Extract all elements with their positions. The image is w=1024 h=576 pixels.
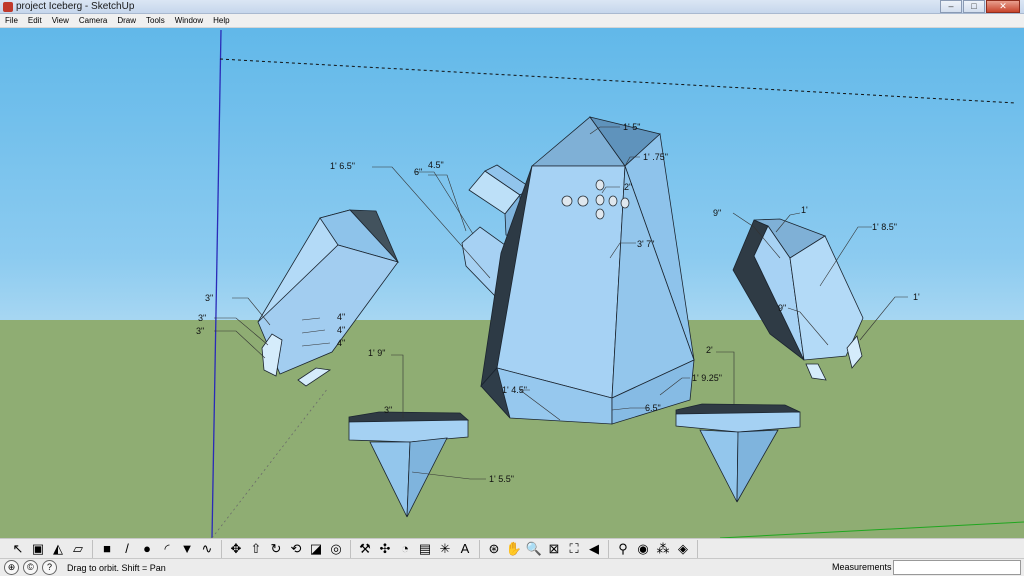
rotate-icon[interactable]: ↻ bbox=[266, 540, 286, 558]
red-axis-dashed bbox=[219, 58, 1017, 104]
maximize-button[interactable]: □ bbox=[963, 0, 985, 13]
move-icon[interactable]: ✥ bbox=[226, 540, 246, 558]
dim-small-circle: 2" bbox=[624, 182, 632, 192]
previous-view-icon[interactable]: ◀ bbox=[584, 540, 604, 558]
dim-left-fist-b: 3" bbox=[198, 313, 206, 323]
dim-base-left: 1' 4.5" bbox=[502, 385, 527, 395]
protractor-icon[interactable]: ◔ bbox=[395, 540, 415, 558]
window-title: project Iceberg - SketchUp bbox=[16, 1, 135, 12]
rectangle-icon[interactable]: ■ bbox=[97, 540, 117, 558]
dim-left-fist-c: 3" bbox=[196, 326, 204, 336]
dim-left-knuckle-3: 4" bbox=[337, 338, 345, 348]
dim-left-knuckle-1: 4" bbox=[337, 312, 345, 322]
instructor-icon[interactable]: ? bbox=[42, 560, 57, 575]
section-plane-icon[interactable]: ◈ bbox=[673, 540, 693, 558]
title-bar: project Iceberg - SketchUp – □ ✕ bbox=[0, 0, 1024, 14]
menu-tools[interactable]: Tools bbox=[141, 14, 170, 27]
pan-icon[interactable]: ✋ bbox=[504, 540, 524, 558]
look-around-icon[interactable]: ◉ bbox=[633, 540, 653, 558]
select-icon[interactable]: ↖ bbox=[8, 540, 28, 558]
sketchup-app-icon bbox=[3, 2, 13, 12]
dim-arm-width: 6" bbox=[414, 167, 422, 177]
3d-text-icon[interactable]: A bbox=[455, 540, 475, 558]
dim-top-tip: 1' 5" bbox=[623, 122, 640, 132]
measurements-label: Measurements bbox=[832, 562, 892, 572]
zoom-icon[interactable]: 🔍 bbox=[524, 540, 544, 558]
line-icon[interactable]: / bbox=[117, 540, 137, 558]
measurements-input[interactable] bbox=[893, 560, 1021, 575]
menu-file[interactable]: File bbox=[0, 14, 23, 27]
arc-icon[interactable]: ◜ bbox=[157, 540, 177, 558]
dim-left-knuckle-2: 4" bbox=[337, 325, 345, 335]
window-controls: – □ ✕ bbox=[939, 0, 1020, 13]
status-bar: ⊕ © ? Drag to orbit. Shift = Pan Measure… bbox=[0, 559, 1024, 576]
tool-group: ⊛ ✋ 🔍 ⊠ ⛶ ◀ bbox=[484, 539, 609, 558]
dim-left-arm-edge: 1' 6.5" bbox=[330, 161, 355, 171]
tape-measure-icon[interactable]: ⚒ bbox=[355, 540, 375, 558]
close-button[interactable]: ✕ bbox=[986, 0, 1020, 13]
offset-icon[interactable]: ◎ bbox=[326, 540, 346, 558]
credits-icon[interactable]: © bbox=[23, 560, 38, 575]
paint-bucket-icon[interactable]: ◭ bbox=[48, 540, 68, 558]
model-canvas[interactable]: 1' 5" 1' .75" 3' 7" 2" 1' 6.5" 4.5" 6" 1… bbox=[0, 28, 1024, 538]
dim-arm-length: 4.5" bbox=[428, 160, 444, 170]
position-camera-icon[interactable]: ⚲ bbox=[613, 540, 633, 558]
menu-draw[interactable]: Draw bbox=[112, 14, 141, 27]
dim-top-edge: 1' .75" bbox=[643, 152, 668, 162]
menu-bar: File Edit View Camera Draw Tools Window … bbox=[0, 14, 1024, 28]
follow-me-icon[interactable]: ⟲ bbox=[286, 540, 306, 558]
dim-body-height: 3' 7" bbox=[637, 239, 654, 249]
tool-group: ■ / ● ◜ ▼ ∿ bbox=[97, 539, 222, 558]
tool-bar: ↖ ▣ ◭ ▱ ■ / ● ◜ ▼ ∿ ✥ ⇧ ↻ ⟲ ◪ ◎ ⚒ ✣ ◔ ▤ ✳ A ⊛ ✋ 🔍 ⊠ ⛶ ◀ ⚲ ◉ ⁂ ◈ bbox=[0, 538, 1024, 559]
menu-window[interactable]: Window bbox=[170, 14, 208, 27]
dim-right-side: 9" bbox=[713, 208, 721, 218]
tool-group: ⚲ ◉ ⁂ ◈ bbox=[613, 539, 698, 558]
text-icon[interactable]: ▤ bbox=[415, 540, 435, 558]
scale-icon[interactable]: ◪ bbox=[306, 540, 326, 558]
walk-icon[interactable]: ⁂ bbox=[653, 540, 673, 558]
dim-left-foot-height: 1' 9" bbox=[368, 348, 385, 358]
dim-right-thumb: 1' bbox=[913, 292, 920, 302]
geo-location-icon[interactable]: ⊕ bbox=[4, 560, 19, 575]
dim-right-top: 1' bbox=[801, 205, 808, 215]
dim-right-length: 1' 8.5" bbox=[872, 222, 897, 232]
dim-left-foot-cone: 1' 5.5" bbox=[489, 474, 514, 484]
dim-left-foot-top: 3" bbox=[384, 405, 392, 415]
tool-group: ↖ ▣ ◭ ▱ bbox=[8, 539, 93, 558]
menu-edit[interactable]: Edit bbox=[23, 14, 47, 27]
3d-viewport[interactable]: 1' 5" 1' .75" 3' 7" 2" 1' 6.5" 4.5" 6" 1… bbox=[0, 28, 1024, 538]
zoom-window-icon[interactable]: ⊠ bbox=[544, 540, 564, 558]
dim-right-inner: 9" bbox=[778, 303, 786, 313]
dim-base-bottom: 6.5" bbox=[645, 403, 661, 413]
iceberg-body bbox=[480, 116, 695, 425]
menu-view[interactable]: View bbox=[47, 14, 74, 27]
polygon-icon[interactable]: ▼ bbox=[177, 540, 197, 558]
dim-right-foot-height: 2' bbox=[706, 345, 713, 355]
tool-group: ✥ ⇧ ↻ ⟲ ◪ ◎ bbox=[226, 539, 351, 558]
tool-group: ⚒ ✣ ◔ ▤ ✳ A bbox=[355, 539, 480, 558]
status-message: Drag to orbit. Shift = Pan bbox=[67, 562, 166, 573]
orbit-icon[interactable]: ⊛ bbox=[484, 540, 504, 558]
eraser-icon[interactable]: ▱ bbox=[68, 540, 88, 558]
make-component-icon[interactable]: ▣ bbox=[28, 540, 48, 558]
zoom-extents-icon[interactable]: ⛶ bbox=[564, 540, 584, 558]
dimension-icon[interactable]: ✣ bbox=[375, 540, 395, 558]
dim-base-right: 1' 9.25" bbox=[692, 373, 722, 383]
dim-left-fist-a: 3" bbox=[205, 293, 213, 303]
menu-help[interactable]: Help bbox=[208, 14, 234, 27]
axes-icon[interactable]: ✳ bbox=[435, 540, 455, 558]
freehand-icon[interactable]: ∿ bbox=[197, 540, 217, 558]
minimize-button[interactable]: – bbox=[940, 0, 962, 13]
menu-camera[interactable]: Camera bbox=[74, 14, 112, 27]
circle-icon[interactable]: ● bbox=[137, 540, 157, 558]
push-pull-icon[interactable]: ⇧ bbox=[246, 540, 266, 558]
